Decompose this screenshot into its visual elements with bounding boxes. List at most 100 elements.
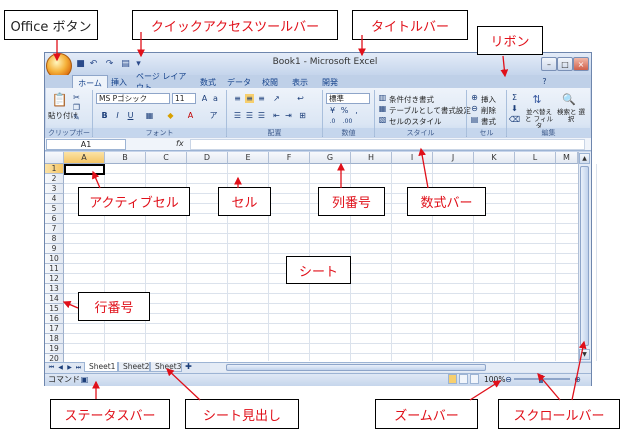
close-button[interactable]: ×	[573, 57, 589, 71]
align-center-icon[interactable]: ☰	[245, 111, 254, 120]
increase-indent-icon[interactable]: ⇥	[284, 111, 293, 120]
row-header[interactable]: 8	[45, 234, 64, 244]
row-header[interactable]: 5	[45, 204, 64, 214]
next-sheet-icon[interactable]: ▶	[65, 363, 74, 372]
zoom-out-icon[interactable]: ⊖	[504, 375, 513, 384]
zoom-slider-knob[interactable]	[539, 375, 543, 383]
save-icon[interactable]: ■	[75, 58, 86, 69]
cell-style-label[interactable]: セルのスタイル	[389, 116, 442, 127]
tab-insert[interactable]: 挿入	[108, 76, 130, 88]
tab-view[interactable]: 表示	[288, 76, 312, 88]
fill-color-icon[interactable]: ◆	[166, 111, 175, 120]
scroll-down-icon[interactable]: ▼	[579, 349, 590, 360]
orientation-icon[interactable]: ↗	[272, 94, 281, 103]
clear-icon[interactable]: ⌫	[509, 115, 520, 124]
column-header[interactable]: D	[187, 152, 228, 164]
print-preview-icon[interactable]: ▤	[120, 58, 131, 69]
insert-cells-label[interactable]: 挿入	[481, 94, 496, 105]
decrease-indent-icon[interactable]: ⇤	[272, 111, 281, 120]
cut-icon[interactable]: ✂	[72, 93, 81, 102]
find-select-label[interactable]: 検索と 選択	[556, 109, 586, 123]
minimize-button[interactable]: –	[541, 57, 557, 71]
increase-decimal-icon[interactable]: .0	[328, 117, 337, 126]
find-icon[interactable]: 🔍	[562, 92, 576, 106]
scroll-up-icon[interactable]: ▲	[579, 153, 590, 164]
last-sheet-icon[interactable]: ⏭	[74, 363, 83, 372]
underline-icon[interactable]: U	[126, 111, 135, 120]
align-bottom-icon[interactable]: ≡	[257, 94, 266, 103]
align-top-icon[interactable]: ≡	[233, 94, 242, 103]
customize-qat-icon[interactable]: ▾	[133, 58, 144, 69]
paste-icon[interactable]: 📋	[52, 92, 68, 108]
macro-record-icon[interactable]: ▣	[80, 375, 89, 384]
fill-icon[interactable]: ⬇	[510, 104, 519, 113]
sort-filter-label[interactable]: 並べ替えと フィルタ	[524, 109, 554, 130]
column-header[interactable]: J	[433, 152, 474, 164]
column-header[interactable]: B	[105, 152, 146, 164]
percent-icon[interactable]: %	[340, 106, 349, 115]
row-header[interactable]: 19	[45, 344, 64, 354]
redo-icon[interactable]: ↷	[104, 58, 115, 69]
column-header[interactable]: G	[310, 152, 351, 164]
column-header[interactable]: I	[392, 152, 433, 164]
sort-filter-icon[interactable]: ⇅	[530, 92, 544, 106]
row-header[interactable]: 10	[45, 254, 64, 264]
comma-icon[interactable]: ,	[352, 106, 361, 115]
tab-page-layout[interactable]: ページ レイアウト	[136, 72, 192, 92]
number-format-select[interactable]: 標準	[326, 93, 370, 104]
row-header[interactable]: 16	[45, 314, 64, 324]
page-break-view-button[interactable]	[470, 374, 479, 384]
row-header[interactable]: 4	[45, 194, 64, 204]
align-left-icon[interactable]: ☰	[233, 111, 242, 120]
format-painter-icon[interactable]: ✎	[72, 113, 81, 122]
sheet-tab-1[interactable]: Sheet1	[84, 362, 118, 372]
column-header[interactable]: K	[474, 152, 515, 164]
prev-sheet-icon[interactable]: ◀	[56, 363, 65, 372]
vertical-scroll-thumb[interactable]	[580, 166, 589, 346]
column-header[interactable]: A	[64, 152, 105, 164]
sheet-tab-2[interactable]: Sheet2	[118, 362, 150, 372]
row-header[interactable]: 12	[45, 274, 64, 284]
tab-review[interactable]: 校閲	[258, 76, 282, 88]
select-all-corner[interactable]	[45, 152, 64, 164]
horizontal-scroll-thumb[interactable]	[226, 364, 486, 371]
zoom-in-icon[interactable]: ⊕	[573, 375, 582, 384]
column-header[interactable]: C	[146, 152, 187, 164]
delete-cells-label[interactable]: 削除	[481, 105, 496, 116]
table-format-label[interactable]: テーブルとして書式設定	[389, 105, 471, 116]
row-header[interactable]: 18	[45, 334, 64, 344]
conditional-format-label[interactable]: 条件付き書式	[389, 94, 434, 105]
page-layout-view-button[interactable]	[459, 374, 468, 384]
row-header[interactable]: 15	[45, 304, 64, 314]
maximize-button[interactable]: □	[557, 57, 573, 71]
insert-cells-icon[interactable]: ⊕	[470, 93, 479, 102]
font-size-select[interactable]: 11	[172, 93, 196, 104]
help-icon[interactable]: ?	[540, 77, 549, 86]
bold-icon[interactable]: B	[100, 111, 109, 120]
italic-icon[interactable]: I	[113, 111, 122, 120]
shrink-font-icon[interactable]: a	[211, 94, 220, 103]
tab-formulas[interactable]: 数式	[196, 76, 220, 88]
formula-input[interactable]	[190, 139, 585, 150]
cell-style-icon[interactable]: ▧	[378, 115, 387, 124]
align-middle-icon[interactable]: ≡	[245, 94, 254, 103]
autosum-icon[interactable]: Σ	[510, 93, 519, 102]
grow-font-icon[interactable]: A	[200, 94, 209, 103]
border-icon[interactable]: ▦	[145, 111, 154, 120]
column-header[interactable]: E	[228, 152, 269, 164]
phonetic-icon[interactable]: ア	[209, 111, 218, 120]
row-header[interactable]: 11	[45, 264, 64, 274]
row-header[interactable]: 7	[45, 224, 64, 234]
row-header[interactable]: 17	[45, 324, 64, 334]
merge-center-icon[interactable]: ⊞	[298, 111, 307, 120]
copy-icon[interactable]: ❐	[72, 103, 81, 112]
column-header[interactable]: L	[515, 152, 556, 164]
sheet-tab-3[interactable]: Sheet3	[150, 362, 182, 372]
align-right-icon[interactable]: ☰	[257, 111, 266, 120]
currency-icon[interactable]: ¥	[328, 106, 337, 115]
zoom-level[interactable]: 100%	[484, 374, 505, 385]
row-header[interactable]: 2	[45, 174, 64, 184]
active-cell[interactable]	[64, 164, 105, 175]
first-sheet-icon[interactable]: ⏮	[47, 363, 56, 372]
normal-view-button[interactable]	[448, 374, 457, 384]
